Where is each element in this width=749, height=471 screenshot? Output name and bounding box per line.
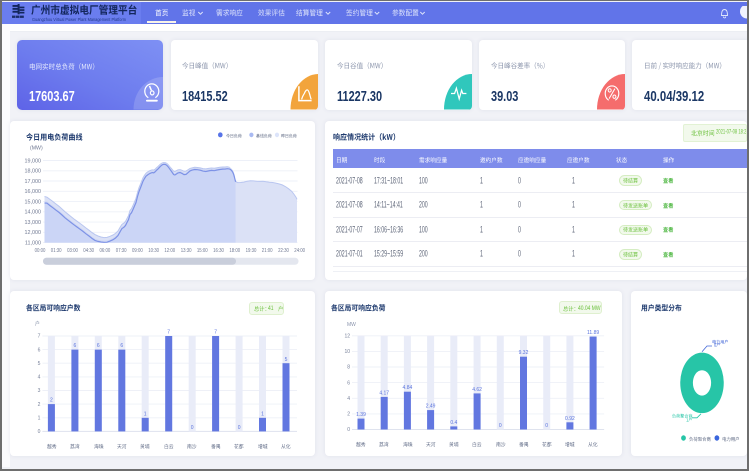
svg-text:4.17: 4.17 [379,390,389,396]
svg-text:1.39: 1.39 [356,412,366,418]
svg-text:0: 0 [545,423,548,429]
svg-text:4.84: 4.84 [403,385,413,391]
svg-text:0: 0 [347,427,350,433]
svg-text:2: 2 [347,412,350,418]
svg-text:10: 10 [344,349,350,355]
svg-text:2.49: 2.49 [426,404,436,410]
svg-text:6: 6 [347,380,350,386]
svg-text:0.4: 0.4 [450,420,457,426]
svg-text:8: 8 [347,365,350,371]
svg-text:4: 4 [347,396,350,402]
svg-text:9.32: 9.32 [519,350,529,356]
svg-text:0.92: 0.92 [565,416,575,422]
svg-text:12: 12 [344,334,350,340]
svg-text:11.89: 11.89 [587,330,599,336]
svg-text:4.62: 4.62 [472,387,482,393]
svg-text:0: 0 [499,423,502,429]
